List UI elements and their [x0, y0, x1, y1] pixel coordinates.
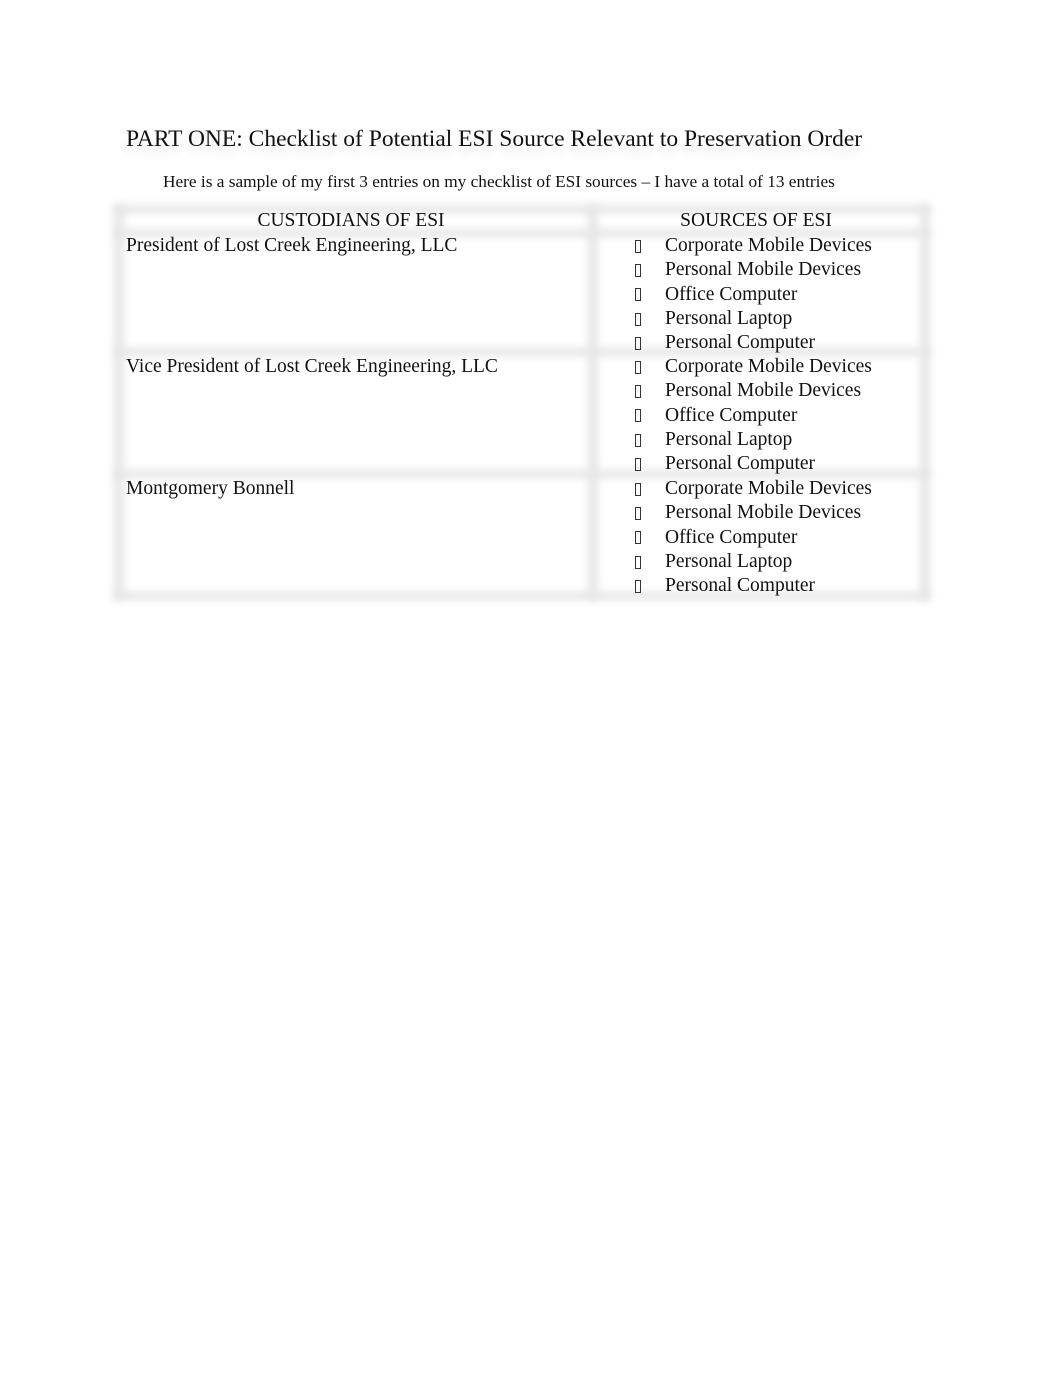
document-subtitle: Here is a sample of my first 3 entries o…	[163, 172, 835, 191]
header-custodians: CUSTODIANS OF ESI	[257, 210, 445, 231]
bullet-icon	[635, 360, 641, 374]
bullet-icon	[635, 263, 641, 277]
document-title: PART ONE: Checklist of Potential ESI Sou…	[126, 126, 863, 152]
source-label: Personal Computer	[665, 332, 816, 354]
source-label: Office Computer	[665, 526, 798, 548]
source-label: Personal Computer	[665, 575, 816, 597]
custodian-cell: Montgomery Bonnell	[126, 478, 295, 499]
sources-list: Corporate Mobile Devices Personal Mobile…	[633, 355, 872, 476]
sources-list: Corporate Mobile Devices Personal Mobile…	[633, 234, 872, 355]
source-item: Personal Laptop	[633, 428, 872, 452]
source-item: Office Computer	[633, 283, 872, 307]
custodian-cell: President of Lost Creek Engineering, LLC	[126, 235, 458, 256]
source-label: Personal Mobile Devices	[665, 259, 862, 281]
source-label: Corporate Mobile Devices	[665, 235, 872, 257]
bullet-icon	[635, 288, 641, 302]
bullet-icon	[635, 457, 641, 471]
source-item: Corporate Mobile Devices	[633, 234, 872, 258]
bullet-icon	[635, 312, 641, 326]
table-border-right	[920, 205, 930, 600]
source-item: Personal Computer	[633, 452, 872, 476]
source-item: Office Computer	[633, 404, 872, 428]
column-divider	[588, 205, 598, 600]
source-label: Personal Laptop	[665, 308, 793, 330]
source-item: Personal Mobile Devices	[633, 258, 872, 282]
bullet-icon	[635, 482, 641, 496]
source-item: Personal Laptop	[633, 307, 872, 331]
source-label: Personal Laptop	[665, 429, 793, 451]
bullet-icon	[635, 336, 641, 350]
source-label: Corporate Mobile Devices	[665, 478, 872, 500]
table-border-left	[114, 205, 124, 600]
bullet-icon	[635, 239, 641, 253]
source-item: Corporate Mobile Devices	[633, 477, 872, 501]
header-sources: SOURCES OF ESI	[680, 210, 832, 231]
bullet-icon	[635, 555, 641, 569]
source-item: Personal Mobile Devices	[633, 379, 872, 403]
source-item: Personal Computer	[633, 331, 872, 355]
source-label: Corporate Mobile Devices	[665, 356, 872, 378]
esi-checklist-table: CUSTODIANS OF ESI SOURCES OF ESI Preside…	[114, 205, 930, 600]
source-label: Personal Mobile Devices	[665, 502, 862, 524]
source-label: Personal Computer	[665, 453, 816, 475]
source-label: Personal Laptop	[665, 551, 793, 573]
source-item: Office Computer	[633, 526, 872, 550]
source-item: Personal Laptop	[633, 550, 872, 574]
bullet-icon	[635, 579, 641, 593]
source-label: Personal Mobile Devices	[665, 380, 862, 402]
source-label: Office Computer	[665, 404, 798, 426]
source-item: Personal Computer	[633, 574, 872, 598]
sources-list: Corporate Mobile Devices Personal Mobile…	[633, 477, 872, 598]
bullet-icon	[635, 384, 641, 398]
bullet-icon	[635, 433, 641, 447]
source-item: Personal Mobile Devices	[633, 501, 872, 525]
bullet-icon	[635, 409, 641, 423]
source-item: Corporate Mobile Devices	[633, 355, 872, 379]
bullet-icon	[635, 506, 641, 520]
bullet-icon	[635, 531, 641, 545]
custodian-cell: Vice President of Lost Creek Engineering…	[126, 356, 498, 377]
source-label: Office Computer	[665, 283, 798, 305]
